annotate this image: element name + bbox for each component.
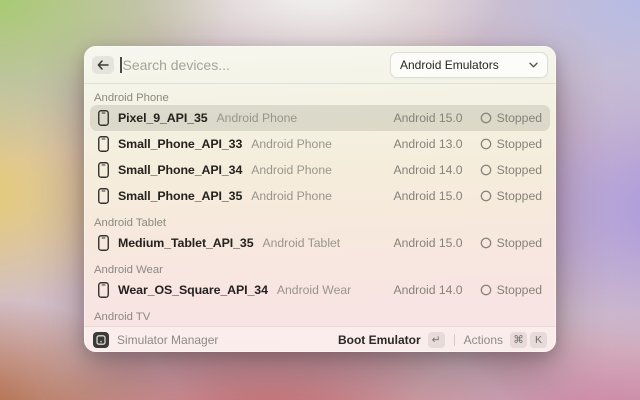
- device-type: Android Phone: [217, 111, 298, 125]
- status-label: Stopped: [497, 189, 542, 203]
- device-status: Stopped: [480, 163, 542, 177]
- search-header: Android Emulators: [84, 46, 556, 84]
- device-status: Stopped: [480, 236, 542, 250]
- device-status: Stopped: [480, 137, 542, 151]
- back-button[interactable]: [92, 56, 114, 74]
- stopped-circle-icon: [480, 164, 492, 176]
- device-os-version: Android 13.0: [393, 137, 462, 151]
- device-phone-icon: [98, 282, 109, 298]
- boot-emulator-button[interactable]: Boot Emulator: [338, 333, 421, 347]
- k-key-badge: K: [530, 332, 547, 348]
- status-label: Stopped: [497, 283, 542, 297]
- app-name-label: Simulator Manager: [117, 333, 218, 347]
- cmd-key-badge: ⌘: [510, 332, 527, 348]
- arrow-left-icon: [97, 60, 109, 70]
- device-phone-icon: [98, 136, 109, 152]
- section-label: Android Tablet: [94, 216, 548, 230]
- device-name: Medium_Tablet_API_35: [118, 236, 254, 250]
- return-key-badge: ↵: [428, 332, 445, 348]
- device-type: Android Phone: [251, 189, 332, 203]
- search-field[interactable]: [120, 57, 390, 73]
- status-label: Stopped: [497, 163, 542, 177]
- stopped-circle-icon: [480, 237, 492, 249]
- section-label: Android TV: [94, 310, 548, 324]
- device-phone-icon: [98, 235, 109, 251]
- device-name: Small_Phone_API_33: [118, 137, 242, 151]
- device-os-version: Android 15.0: [393, 189, 462, 203]
- chevron-down-icon: [529, 62, 538, 68]
- device-name: Wear_OS_Square_API_34: [118, 283, 268, 297]
- status-label: Stopped: [497, 111, 542, 125]
- stopped-circle-icon: [480, 138, 492, 150]
- status-label: Stopped: [497, 137, 542, 151]
- device-os-version: Android 14.0: [393, 163, 462, 177]
- status-label: Stopped: [497, 236, 542, 250]
- device-list: Android Phone Pixel_9_API_35 Android Pho…: [84, 84, 556, 326]
- device-phone-icon: [98, 162, 109, 178]
- simulator-manager-window: Android Emulators Android Phone Pixel_9_…: [84, 46, 556, 352]
- device-status: Stopped: [480, 189, 542, 203]
- device-phone-icon: [98, 110, 109, 126]
- device-row[interactable]: Pixel_9_API_35 Android Phone Android 15.…: [90, 105, 550, 131]
- simulator-manager-app-icon: [93, 332, 109, 348]
- device-row[interactable]: Small_Phone_API_33 Android Phone Android…: [90, 131, 550, 157]
- device-name: Small_Phone_API_35: [118, 189, 242, 203]
- footer-divider: [454, 334, 455, 346]
- search-input[interactable]: [122, 57, 391, 73]
- stopped-circle-icon: [480, 284, 492, 296]
- device-type: Android Wear: [277, 283, 351, 297]
- actions-button[interactable]: Actions: [464, 333, 503, 347]
- stopped-circle-icon: [480, 112, 492, 124]
- device-status: Stopped: [480, 111, 542, 125]
- device-row[interactable]: Medium_Tablet_API_35 Android Tablet Andr…: [90, 230, 550, 256]
- device-name: Small_Phone_API_34: [118, 163, 242, 177]
- device-category-dropdown[interactable]: Android Emulators: [390, 52, 548, 78]
- device-phone-icon: [98, 188, 109, 204]
- section-label: Android Phone: [94, 91, 548, 105]
- device-os-version: Android 14.0: [393, 283, 462, 297]
- device-row[interactable]: Small_Phone_API_34 Android Phone Android…: [90, 157, 550, 183]
- device-status: Stopped: [480, 283, 542, 297]
- device-os-version: Android 15.0: [393, 236, 462, 250]
- dropdown-selected-value: Android Emulators: [400, 58, 529, 72]
- device-type: Android Phone: [251, 163, 332, 177]
- footer-bar: Simulator Manager Boot Emulator ↵ Action…: [84, 326, 556, 352]
- device-os-version: Android 15.0: [393, 111, 462, 125]
- device-type: Android Phone: [251, 137, 332, 151]
- device-name: Pixel_9_API_35: [118, 111, 208, 125]
- section-label: Android Wear: [94, 263, 548, 277]
- device-type: Android Tablet: [263, 236, 341, 250]
- device-row[interactable]: Wear_OS_Square_API_34 Android Wear Andro…: [90, 277, 550, 303]
- stopped-circle-icon: [480, 190, 492, 202]
- device-row[interactable]: Small_Phone_API_35 Android Phone Android…: [90, 183, 550, 209]
